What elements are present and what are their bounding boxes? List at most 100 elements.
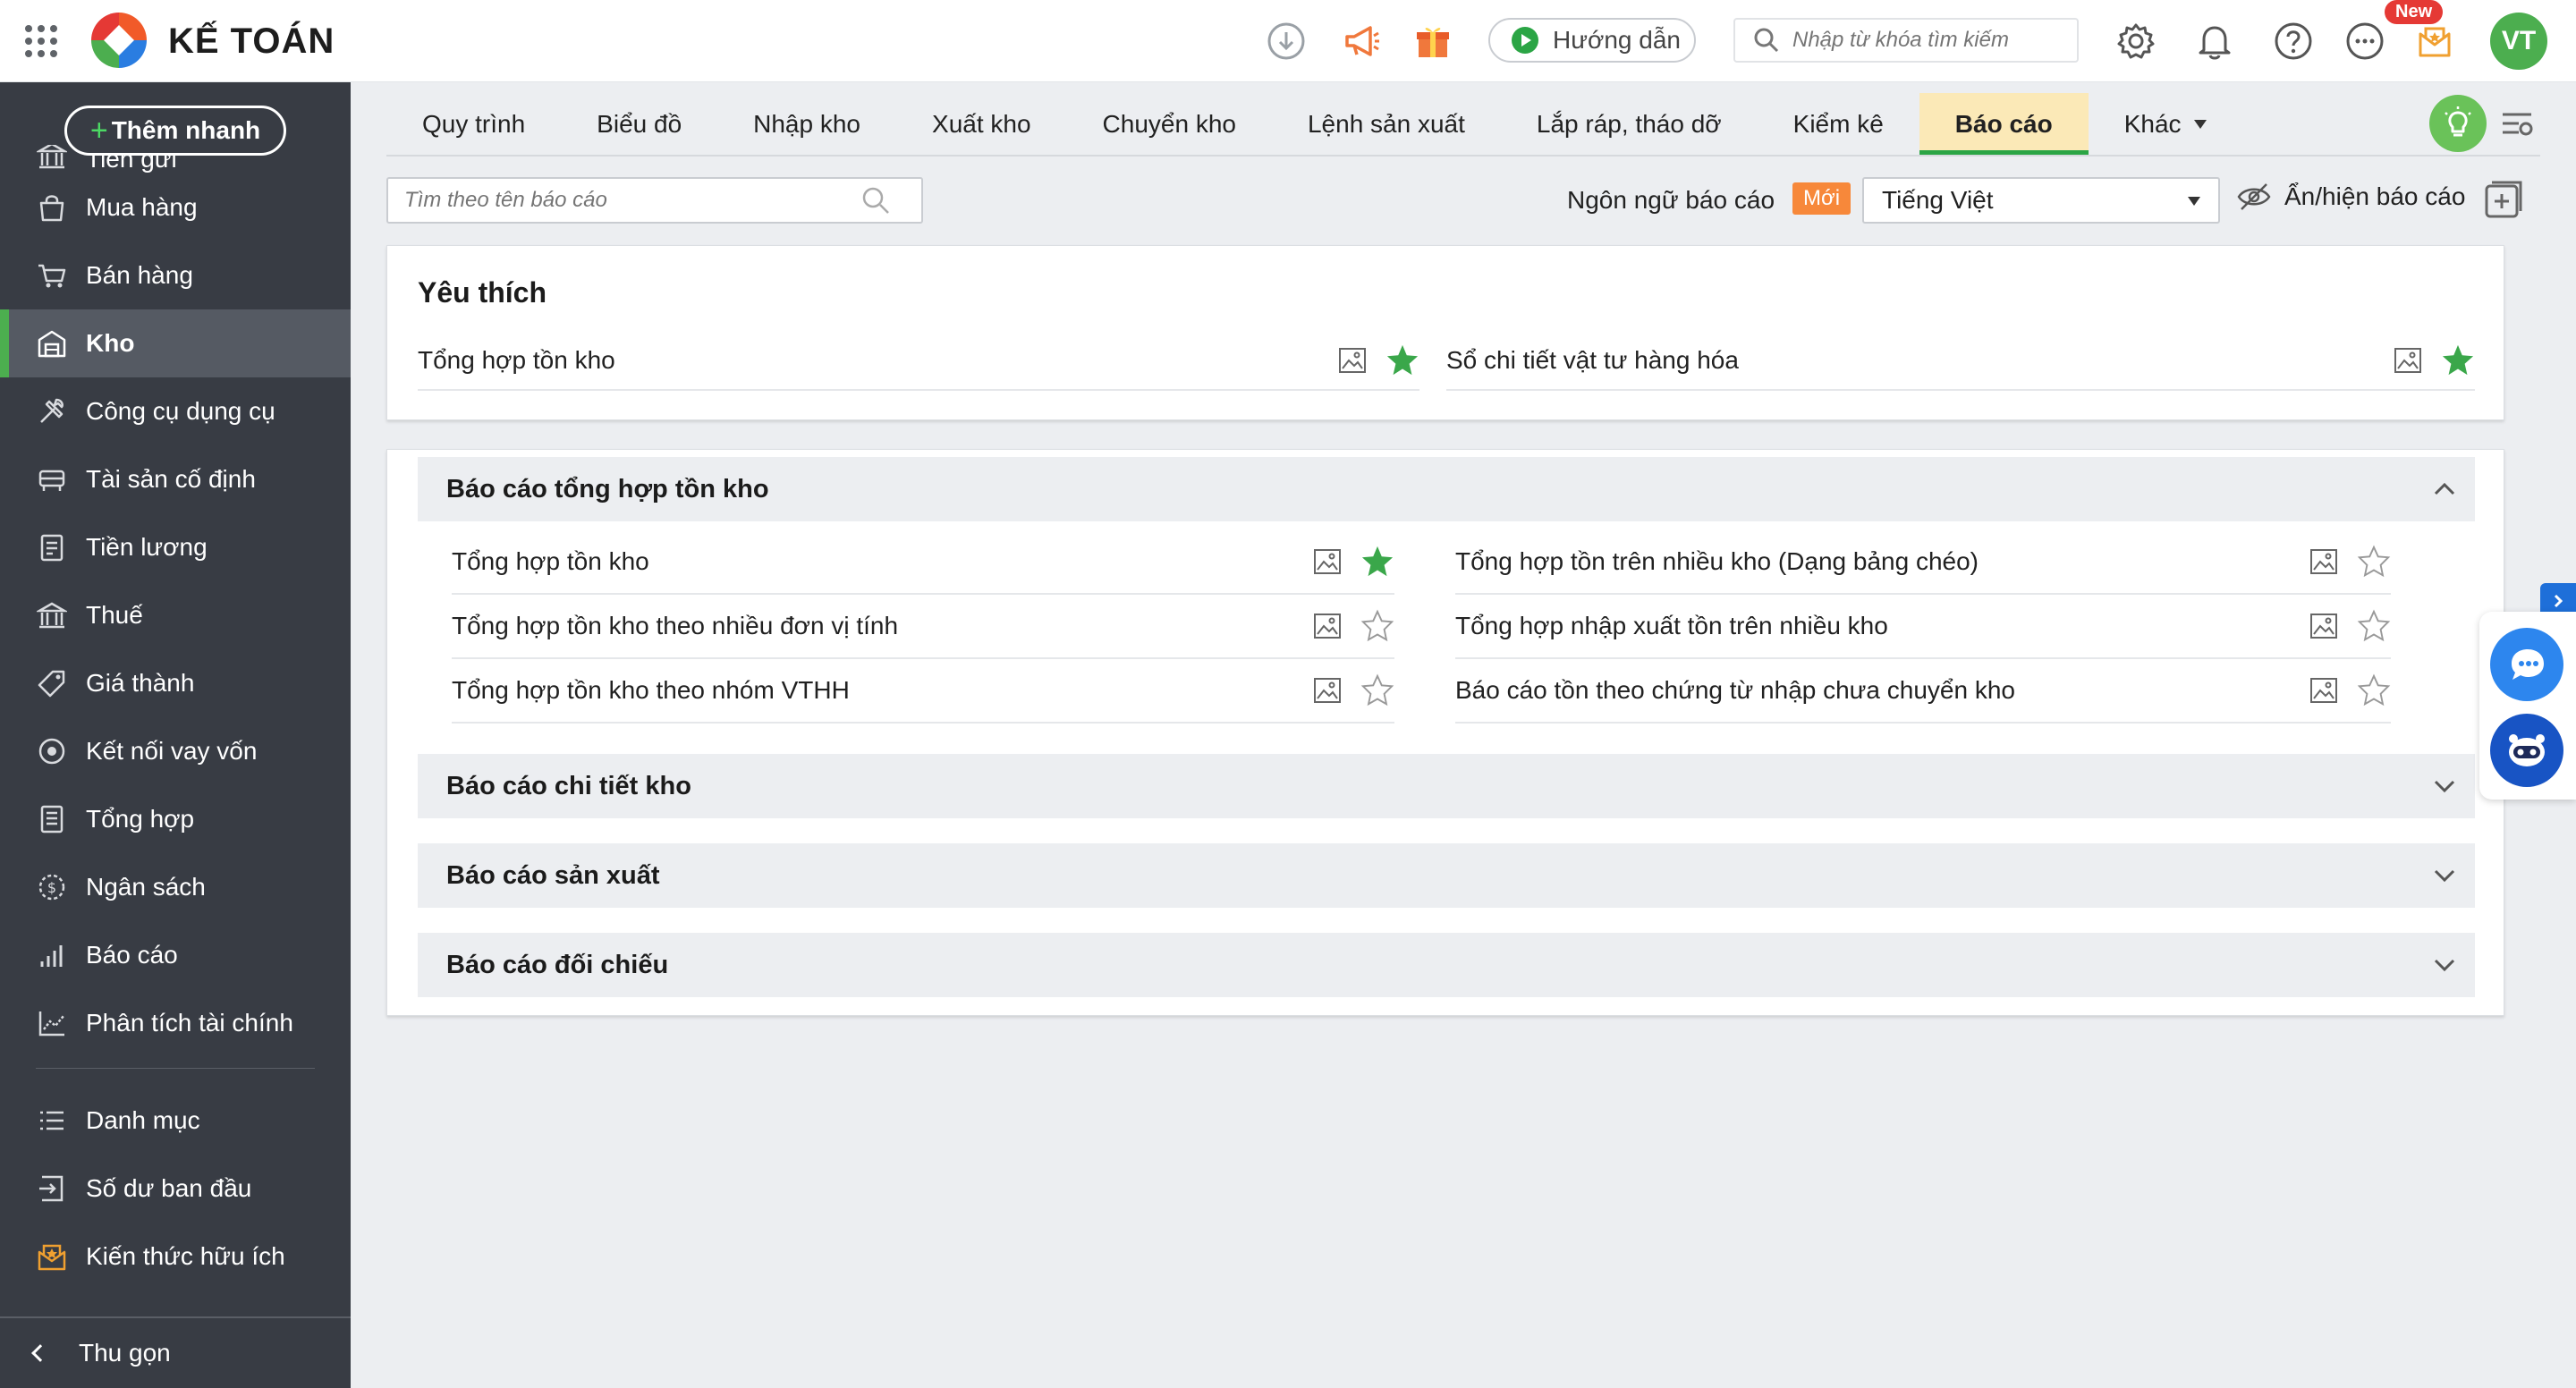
svg-text:$: $ bbox=[47, 879, 56, 896]
report-item[interactable]: Tổng hợp tồn trên nhiều kho (Dạng bảng c… bbox=[1455, 530, 2391, 595]
more-options-icon[interactable] bbox=[2343, 20, 2386, 63]
tab-lap-rap-thao-do[interactable]: Lắp ráp, tháo dỡ bbox=[1501, 93, 1758, 156]
report-language-select[interactable]: Tiếng Việt bbox=[1862, 177, 2220, 224]
sidebar-item-ban-hang[interactable]: Bán hàng bbox=[0, 241, 351, 309]
tab-quy-trinh[interactable]: Quy trình bbox=[386, 93, 561, 156]
settings-gear-icon[interactable] bbox=[2114, 20, 2157, 63]
favorite-report-item[interactable]: Tổng hợp tồn kho bbox=[418, 332, 1419, 391]
tab-kiem-ke[interactable]: Kiểm kê bbox=[1758, 93, 1919, 156]
apps-grid-icon[interactable] bbox=[25, 25, 57, 57]
report-search-box[interactable] bbox=[386, 177, 923, 224]
tab-label: Biểu đồ bbox=[597, 110, 682, 138]
bell-icon[interactable] bbox=[2193, 20, 2236, 63]
sidebar-item-kien-thuc-huu-ich[interactable]: Kiến thức hữu ích bbox=[0, 1223, 351, 1291]
megaphone-icon[interactable] bbox=[1340, 20, 1383, 63]
report-group-header[interactable]: Báo cáo chi tiết kho bbox=[418, 754, 2475, 818]
report-item[interactable]: Tổng hợp tồn kho theo nhóm VTHH bbox=[452, 659, 1394, 724]
sidebar-item-ngan-sach[interactable]: $ Ngân sách bbox=[0, 853, 351, 921]
help-icon[interactable] bbox=[2272, 20, 2315, 63]
gift-icon[interactable] bbox=[1411, 20, 1454, 63]
sidebar-item-danh-muc[interactable]: Danh mục bbox=[0, 1087, 351, 1155]
tab-chuyen-kho[interactable]: Chuyển kho bbox=[1067, 93, 1272, 156]
report-search-input[interactable] bbox=[404, 188, 860, 213]
tab-label: Quy trình bbox=[422, 110, 526, 138]
report-group-header[interactable]: Báo cáo sản xuất bbox=[418, 843, 2475, 908]
sidebar-item-bao-cao[interactable]: Báo cáo bbox=[0, 921, 351, 989]
report-group-header[interactable]: Báo cáo tổng hợp tồn kho bbox=[418, 457, 2475, 521]
tab-xuat-kho[interactable]: Xuất kho bbox=[896, 93, 1067, 156]
sidebar-item-label: Kết nối vay vốn bbox=[86, 737, 258, 765]
user-avatar[interactable]: VT bbox=[2490, 13, 2547, 70]
sidebar-item-tai-san-co-dinh[interactable]: Tài sản cố định bbox=[0, 445, 351, 513]
image-preview-icon[interactable] bbox=[2391, 343, 2425, 377]
report-name: Tổng hợp tồn kho theo nhóm VTHH bbox=[452, 676, 850, 704]
chevron-down-icon[interactable] bbox=[2428, 949, 2461, 981]
sidebar-item-ket-noi-vay-von[interactable]: Kết nối vay vốn bbox=[0, 717, 351, 785]
sidebar-item-cong-cu-dung-cu[interactable]: Công cụ dụng cụ bbox=[0, 377, 351, 445]
tab-khac[interactable]: Khác bbox=[2089, 93, 2242, 156]
ai-assistant-button[interactable] bbox=[2490, 714, 2563, 787]
star-filled-icon[interactable] bbox=[1385, 343, 1419, 377]
app-logo[interactable] bbox=[89, 11, 148, 70]
report-item[interactable]: Tổng hợp tồn kho theo nhiều đơn vị tính bbox=[452, 595, 1394, 659]
chat-support-button[interactable] bbox=[2490, 628, 2563, 701]
tab-settings-icon[interactable] bbox=[2499, 106, 2535, 141]
search-icon[interactable] bbox=[860, 185, 891, 216]
chevron-right-icon bbox=[2554, 594, 2563, 608]
report-item[interactable]: Tổng hợp nhập xuất tồn trên nhiều kho bbox=[1455, 595, 2391, 659]
image-preview-icon[interactable] bbox=[1310, 673, 1344, 707]
chevron-down-icon[interactable] bbox=[2428, 770, 2461, 802]
global-search-box[interactable] bbox=[1733, 18, 2079, 63]
sidebar: + Thêm nhanh Tiền gửi Mua hàng Bán hàng … bbox=[0, 82, 351, 1388]
chevron-up-icon[interactable] bbox=[2428, 473, 2461, 505]
report-item[interactable]: Báo cáo tồn theo chứng từ nhập chưa chuy… bbox=[1455, 659, 2391, 724]
quick-add-button[interactable]: + Thêm nhanh bbox=[64, 106, 286, 156]
star-outline-icon[interactable] bbox=[2357, 673, 2391, 707]
report-item[interactable]: Tổng hợp tồn kho bbox=[452, 530, 1394, 595]
sidebar-item-gia-thanh[interactable]: Giá thành bbox=[0, 649, 351, 717]
guide-button[interactable]: Hướng dẫn bbox=[1488, 18, 1696, 63]
image-preview-icon[interactable] bbox=[1310, 545, 1344, 579]
image-preview-icon[interactable] bbox=[1335, 343, 1369, 377]
warehouse-icon bbox=[34, 326, 70, 361]
tax-icon bbox=[34, 597, 70, 633]
news-icon[interactable] bbox=[2413, 20, 2456, 63]
sidebar-item-tong-hop[interactable]: Tổng hợp bbox=[0, 785, 351, 853]
sidebar-item-thue[interactable]: Thuế bbox=[0, 581, 351, 649]
add-report-icon[interactable] bbox=[2483, 179, 2524, 220]
image-preview-icon[interactable] bbox=[2307, 673, 2341, 707]
sidebar-item-kho[interactable]: Kho bbox=[0, 309, 351, 377]
sidebar-item-label: Số dư ban đầu bbox=[86, 1174, 252, 1202]
toggle-reports-button[interactable]: Ẩn/hiện báo cáo bbox=[2236, 179, 2465, 215]
star-outline-icon[interactable] bbox=[2357, 545, 2391, 579]
sidebar-item-label: Báo cáo bbox=[86, 941, 178, 969]
sidebar-item-so-du-ban-dau[interactable]: Số dư ban đầu bbox=[0, 1155, 351, 1223]
sidebar-item-tien-luong[interactable]: Tiền lương bbox=[0, 513, 351, 581]
tab-label: Khác bbox=[2123, 110, 2182, 138]
tabs-underline bbox=[386, 155, 2540, 157]
image-preview-icon[interactable] bbox=[1310, 609, 1344, 643]
star-filled-icon[interactable] bbox=[2441, 343, 2475, 377]
favorite-report-item[interactable]: Sổ chi tiết vật tư hàng hóa bbox=[1446, 332, 2475, 391]
tab-nhap-kho[interactable]: Nhập kho bbox=[717, 93, 896, 156]
report-group-header[interactable]: Báo cáo đối chiếu bbox=[418, 933, 2475, 997]
payroll-icon bbox=[34, 529, 70, 565]
collapse-sidebar-button[interactable]: Thu gọn bbox=[0, 1316, 351, 1388]
tab-bieu-do[interactable]: Biểu đồ bbox=[561, 93, 717, 156]
chevron-down-icon[interactable] bbox=[2428, 859, 2461, 892]
star-outline-icon[interactable] bbox=[1360, 673, 1394, 707]
lightbulb-icon[interactable] bbox=[2429, 95, 2487, 152]
tab-lenh-san-xuat[interactable]: Lệnh sản xuất bbox=[1272, 93, 1501, 156]
global-search-input[interactable] bbox=[1792, 28, 2052, 53]
sidebar-item-phan-tich-tai-chinh[interactable]: Phân tích tài chính bbox=[0, 989, 351, 1057]
download-icon[interactable] bbox=[1265, 20, 1308, 63]
star-filled-icon[interactable] bbox=[1360, 545, 1394, 579]
star-outline-icon[interactable] bbox=[2357, 609, 2391, 643]
image-preview-icon[interactable] bbox=[2307, 545, 2341, 579]
sidebar-item-mua-hang[interactable]: Mua hàng bbox=[0, 174, 351, 241]
analysis-icon bbox=[34, 1005, 70, 1041]
budget-icon: $ bbox=[34, 869, 70, 905]
image-preview-icon[interactable] bbox=[2307, 609, 2341, 643]
star-outline-icon[interactable] bbox=[1360, 609, 1394, 643]
tab-bao-cao[interactable]: Báo cáo bbox=[1919, 93, 2089, 156]
